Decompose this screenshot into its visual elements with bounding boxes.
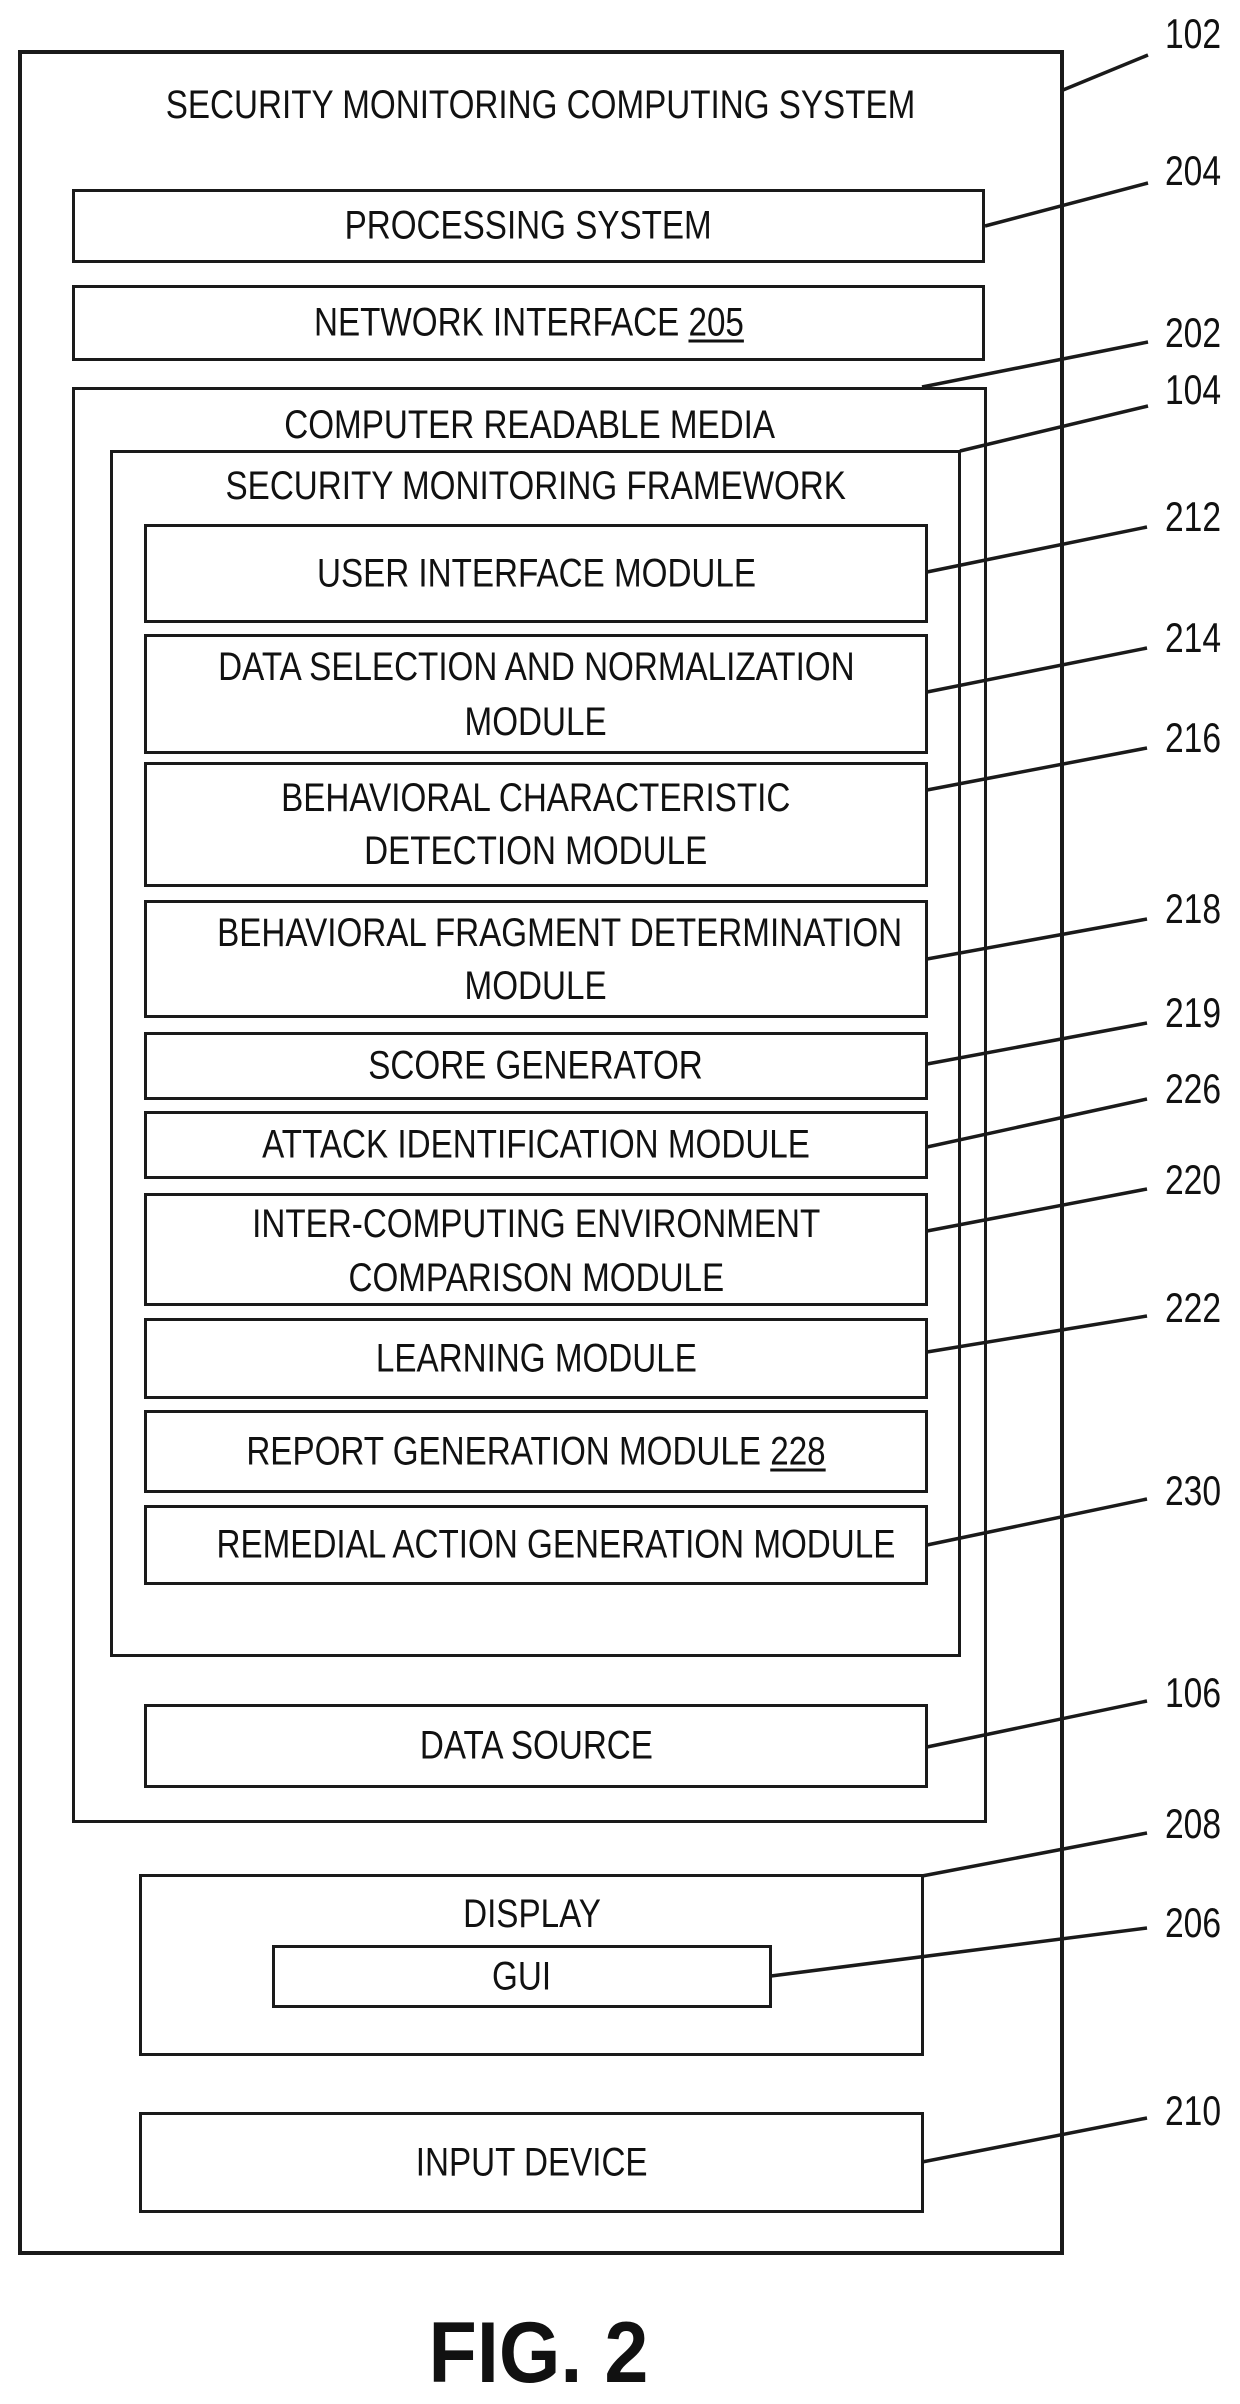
module-label: USER INTERFACE MODULE (316, 551, 756, 595)
ref-label-218: 218 (1165, 885, 1222, 932)
module-label-line-1: BEHAVIORAL FRAGMENT DETERMINATION (217, 911, 903, 955)
input-device-box: INPUT DEVICE (139, 2112, 924, 2213)
network-interface-label: NETWORK INTERFACE 205 (313, 300, 744, 345)
inter-computing-environment-comparison-module-box: INTER-COMPUTING ENVIRONMENT COMPARISON M… (144, 1193, 928, 1306)
module-label-line-2: COMPARISON MODULE (348, 1256, 724, 1300)
ref-label-102: 102 (1165, 10, 1222, 57)
module-label-line-2: DETECTION MODULE (364, 829, 708, 873)
network-interface-ref: 205 (688, 300, 744, 345)
ref-label-204: 204 (1165, 147, 1222, 194)
ref-label-216: 216 (1165, 714, 1222, 761)
module-label-line-2: MODULE (464, 964, 608, 1008)
data-source-label: DATA SOURCE (419, 1723, 653, 1768)
ref-label-104: 104 (1165, 366, 1222, 413)
ref-label-226: 226 (1165, 1065, 1222, 1112)
score-generator-box: SCORE GENERATOR (144, 1032, 928, 1100)
module-label: REPORT GENERATION MODULE 228 (246, 1429, 826, 1473)
figure-caption: FIG. 2 (428, 2305, 648, 2401)
ref-label-206: 206 (1165, 1899, 1222, 1946)
behavioral-characteristic-detection-module-box: BEHAVIORAL CHARACTERISTIC DETECTION MODU… (144, 762, 928, 887)
module-label-line-1: BEHAVIORAL CHARACTERISTIC (281, 776, 791, 820)
gui-label: GUI (492, 1954, 552, 1998)
behavioral-fragment-determination-module-box: BEHAVIORAL FRAGMENT DETERMINATION MODULE (144, 900, 928, 1018)
module-label-line-1: DATA SELECTION AND NORMALIZATION (217, 645, 855, 689)
attack-identification-module-box: ATTACK IDENTIFICATION MODULE (144, 1111, 928, 1179)
ref-label-214: 214 (1165, 614, 1222, 661)
user-interface-module-box: USER INTERFACE MODULE (144, 524, 928, 623)
processing-system-label: PROCESSING SYSTEM (344, 203, 713, 248)
module-label-line-1: INTER-COMPUTING ENVIRONMENT (251, 1202, 821, 1246)
leader-line-102 (1062, 53, 1149, 92)
gui-box: GUI (272, 1945, 772, 2008)
module-label: REMEDIAL ACTION GENERATION MODULE (216, 1522, 896, 1567)
ref-label-106: 106 (1165, 1669, 1222, 1716)
computer-readable-media-label: COMPUTER READABLE MEDIA (284, 403, 775, 447)
remedial-action-generation-module-box: REMEDIAL ACTION GENERATION MODULE (144, 1505, 928, 1585)
module-label: LEARNING MODULE (375, 1336, 697, 1380)
data-source-box: DATA SOURCE (144, 1704, 928, 1788)
input-device-label: INPUT DEVICE (415, 2140, 648, 2184)
data-selection-normalization-module-box: DATA SELECTION AND NORMALIZATION MODULE (144, 634, 928, 754)
learning-module-box: LEARNING MODULE (144, 1318, 928, 1399)
report-generation-module-ref: 228 (770, 1429, 826, 1473)
ref-label-219: 219 (1165, 989, 1222, 1036)
processing-system-box: PROCESSING SYSTEM (72, 189, 985, 263)
display-label: DISPLAY (462, 1892, 601, 1936)
module-label: SCORE GENERATOR (368, 1043, 704, 1088)
system-title: SECURITY MONITORING COMPUTING SYSTEM (166, 83, 916, 127)
ref-label-208: 208 (1165, 1800, 1222, 1847)
ref-label-220: 220 (1165, 1156, 1222, 1203)
ref-label-222: 222 (1165, 1284, 1222, 1331)
module-label-line-2: MODULE (464, 700, 608, 744)
ref-label-210: 210 (1165, 2087, 1222, 2134)
ref-label-202: 202 (1165, 309, 1222, 356)
module-label: ATTACK IDENTIFICATION MODULE (262, 1122, 810, 1167)
network-interface-box: NETWORK INTERFACE 205 (72, 285, 985, 361)
ref-label-230: 230 (1165, 1467, 1222, 1514)
report-generation-module-box: REPORT GENERATION MODULE 228 (144, 1410, 928, 1493)
framework-label: SECURITY MONITORING FRAMEWORK (225, 464, 846, 508)
ref-label-212: 212 (1165, 493, 1222, 540)
